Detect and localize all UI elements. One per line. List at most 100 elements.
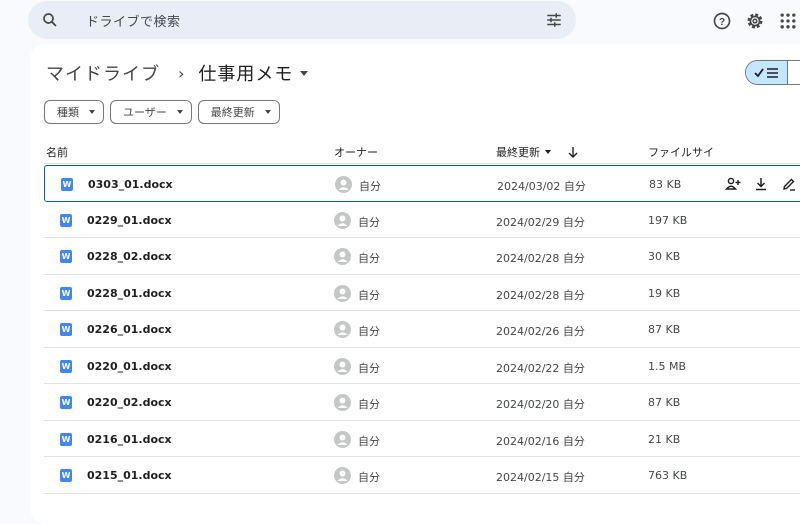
last-modified: 2024/02/28 自分 <box>496 252 585 265</box>
filter-type-label: 種類 <box>57 106 79 119</box>
chevron-down-icon <box>176 110 183 114</box>
file-row[interactable]: W 0216_01.docx 自分 2024/02/16 自分 21 KB <box>44 421 800 457</box>
column-header-name[interactable]: 名前 <box>46 144 68 160</box>
view-toggle <box>745 60 800 85</box>
grid-view-button[interactable] <box>788 61 800 84</box>
owner-avatar-icon <box>334 357 351 375</box>
owner-name: 自分 <box>358 434 380 448</box>
list-view-button[interactable] <box>746 61 788 84</box>
doc-type-glyph: W <box>61 288 71 298</box>
owner-name: 自分 <box>358 252 380 265</box>
doc-type-glyph: W <box>61 252 71 261</box>
table-header: 名前 オーナー 最終更新 ファイルサイ <box>44 136 800 164</box>
file-size: 197 KB <box>648 213 688 227</box>
filter-chips: 種類 ユーザー 最終更新 <box>44 100 280 124</box>
sort-arrow-down-icon[interactable] <box>567 146 579 158</box>
breadcrumb: マイドライブ › 仕事用メモ <box>46 60 309 86</box>
word-doc-icon: W <box>61 178 73 191</box>
file-size: 83 KB <box>649 178 682 191</box>
current-folder-label: 仕事用メモ <box>198 64 294 85</box>
filter-people-label: ユーザー <box>123 106 167 119</box>
help-icon[interactable]: ? <box>712 11 732 31</box>
word-doc-icon: W <box>60 323 72 336</box>
file-size: 30 KB <box>648 250 681 263</box>
file-row[interactable]: W 0226_01.docx 自分 2024/02/26 自分 87 KB <box>44 311 800 348</box>
doc-type-glyph: W <box>61 471 71 480</box>
word-doc-icon: W <box>60 396 72 409</box>
file-name: 0220_02.docx <box>87 396 172 409</box>
file-size: 21 KB <box>648 432 681 446</box>
doc-type-glyph: W <box>61 325 71 334</box>
file-name: 0229_01.docx <box>87 213 172 227</box>
owner-avatar-icon <box>334 467 351 484</box>
file-size: 87 KB <box>648 323 681 336</box>
search-input[interactable]: ドライブで検索 <box>86 11 181 30</box>
share-add-person-icon[interactable] <box>725 176 741 192</box>
last-modified: 2024/02/26 自分 <box>496 325 585 338</box>
file-row[interactable]: W 0228_01.docx 自分 2024/02/28 自分 19 KB <box>44 275 800 311</box>
file-size: 87 KB <box>648 396 681 409</box>
file-row[interactable]: W 0220_01.docx 自分 2024/02/22 自分 1.5 MB <box>44 348 800 384</box>
owner-name: 自分 <box>358 215 380 229</box>
file-name: 0228_02.docx <box>87 250 172 263</box>
breadcrumb-separator: › <box>178 63 185 83</box>
column-header-modified[interactable]: 最終更新 <box>496 144 579 160</box>
word-doc-icon: W <box>60 213 72 227</box>
filter-type-chip[interactable]: 種類 <box>44 100 104 124</box>
chevron-down-icon <box>89 110 95 114</box>
owner-avatar-icon <box>334 430 351 448</box>
word-doc-icon: W <box>60 432 72 446</box>
search-bar[interactable]: ドライブで検索 <box>28 1 576 39</box>
search-icon[interactable] <box>41 11 59 29</box>
chevron-down-icon <box>545 150 551 154</box>
doc-type-glyph: W <box>62 180 72 189</box>
last-modified: 2024/02/20 自分 <box>496 398 585 411</box>
file-list: W 0303_01.docx 自分 2024/03/02 自分 83 KB W … <box>44 165 800 494</box>
apps-grid-icon[interactable] <box>778 11 798 31</box>
download-icon[interactable] <box>753 176 769 192</box>
search-options-icon[interactable] <box>545 11 563 29</box>
last-modified: 2024/02/22 自分 <box>496 361 585 375</box>
file-row[interactable]: W 0229_01.docx 自分 2024/02/29 自分 197 KB <box>44 202 800 238</box>
owner-name: 自分 <box>358 361 380 375</box>
rename-pencil-icon[interactable] <box>781 176 797 192</box>
row-actions <box>725 176 797 192</box>
check-list-icon <box>753 67 778 78</box>
svg-text:?: ? <box>719 17 725 28</box>
word-doc-icon: W <box>60 469 72 482</box>
owner-avatar-icon <box>335 176 352 193</box>
breadcrumb-current-folder[interactable]: 仕事用メモ <box>198 60 309 86</box>
column-header-owner[interactable]: オーナー <box>334 144 378 160</box>
chevron-down-icon <box>300 70 309 76</box>
file-size: 1.5 MB <box>648 359 687 373</box>
last-modified: 2024/02/29 自分 <box>496 215 585 229</box>
file-name: 0220_01.docx <box>87 359 172 373</box>
file-name: 0216_01.docx <box>87 432 172 446</box>
owner-name: 自分 <box>358 288 380 302</box>
filter-modified-chip[interactable]: 最終更新 <box>197 100 280 124</box>
column-header-size[interactable]: ファイルサイ <box>648 144 714 160</box>
breadcrumb-my-drive[interactable]: マイドライブ <box>46 60 160 86</box>
last-modified: 2024/02/28 自分 <box>496 288 585 302</box>
filter-people-chip[interactable]: ユーザー <box>110 100 192 124</box>
filter-modified-label: 最終更新 <box>210 106 255 119</box>
last-modified: 2024/02/15 自分 <box>496 471 585 484</box>
owner-avatar-icon <box>334 284 351 302</box>
owner-name: 自分 <box>358 398 380 411</box>
file-list-panel: マイドライブ › 仕事用メモ 種類 ユーザー 最終更新 名前 オーナー 最終更新 <box>30 44 800 524</box>
owner-name: 自分 <box>358 325 380 338</box>
doc-type-glyph: W <box>61 434 71 444</box>
file-row[interactable]: W 0220_02.docx 自分 2024/02/20 自分 87 KB <box>44 384 800 421</box>
file-name: 0303_01.docx <box>88 178 173 191</box>
owner-avatar-icon <box>334 394 351 411</box>
file-row[interactable]: W 0303_01.docx 自分 2024/03/02 自分 83 KB <box>44 165 800 202</box>
word-doc-icon: W <box>60 359 72 373</box>
settings-gear-icon[interactable] <box>745 11 765 31</box>
owner-name: 自分 <box>359 180 381 193</box>
file-row[interactable]: W 0215_01.docx 自分 2024/02/15 自分 763 KB <box>44 457 800 494</box>
file-row[interactable]: W 0228_02.docx 自分 2024/02/28 自分 30 KB <box>44 238 800 275</box>
owner-avatar-icon <box>334 211 351 229</box>
doc-type-glyph: W <box>61 215 71 225</box>
owner-avatar-icon <box>334 321 351 338</box>
chevron-down-icon <box>264 110 271 114</box>
